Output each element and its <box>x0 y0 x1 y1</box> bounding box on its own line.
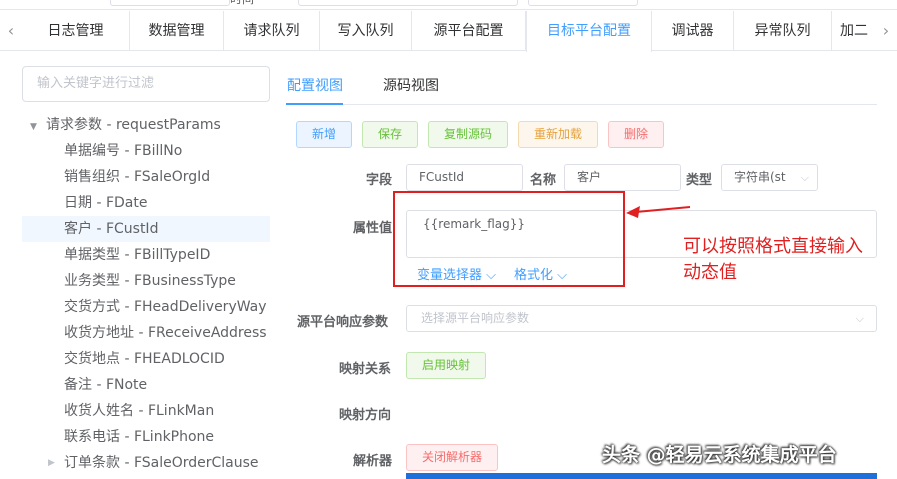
tree-filter-input[interactable]: 输入关键字进行过滤 <box>22 66 270 102</box>
tab-write-queue[interactable]: 写入队列 <box>320 11 412 51</box>
watermark: 头条 @轻易云系统集成平台 <box>602 444 837 466</box>
subtab-active-indicator <box>286 103 343 105</box>
annotation-arrow-icon <box>626 206 690 218</box>
tree-item[interactable]: 交货地点 - FHEADLOCID <box>22 346 270 372</box>
name-input[interactable]: 客户 <box>564 164 681 191</box>
tree-item[interactable]: 业务类型 - FBusinessType <box>22 268 270 294</box>
top-input[interactable] <box>110 0 230 6</box>
name-label: 名称 <box>530 173 557 188</box>
tree-item[interactable]: 收货人姓名 - FLinkMan <box>22 398 270 424</box>
top-toolbar-strip: 时间 <box>0 0 897 10</box>
tree-item-expandable[interactable]: ▶ 订单条款 - FSaleOrderClause <box>22 450 270 476</box>
tree-root-request-params[interactable]: ▼ 请求参数 - requestParams <box>22 114 221 136</box>
tree-item[interactable]: 单据类型 - FBillTypeID <box>22 242 270 268</box>
top-time-label: 时间 <box>230 0 254 6</box>
reload-button[interactable]: 重新加载 <box>518 121 598 148</box>
tab-scroll-left-icon[interactable]: ‹ <box>0 11 22 51</box>
copy-source-button[interactable]: 复制源码 <box>428 121 508 148</box>
chevron-down-icon: ⌵ <box>855 312 864 325</box>
delete-button[interactable]: 删除 <box>608 121 664 148</box>
type-select[interactable]: 字符串(st ⌵ <box>721 164 818 191</box>
tree-item[interactable]: 收货方地址 - FReceiveAddress <box>22 320 270 346</box>
caret-right-icon[interactable]: ▶ <box>48 450 55 476</box>
tree-item[interactable]: 日期 - FDate <box>22 190 270 216</box>
field-label: 字段 <box>366 173 393 188</box>
type-select-value: 字符串(st <box>734 170 786 184</box>
subtab-divider <box>286 104 877 105</box>
source-resp-select[interactable]: 选择源平台响应参数 ⌵ <box>406 305 877 332</box>
annotation-highlight-box <box>393 191 625 287</box>
source-resp-label: 源平台响应参数 <box>297 315 389 330</box>
source-resp-placeholder: 选择源平台响应参数 <box>421 311 530 325</box>
tree-item[interactable]: 销售组织 - FSaleOrgId <box>22 164 270 190</box>
tab-config-view[interactable]: 配置视图 <box>287 76 343 104</box>
tree-item[interactable]: 联系电话 - FLinkPhone <box>22 424 270 450</box>
type-label: 类型 <box>686 173 713 188</box>
mapping-direction-label: 映射方向 <box>339 408 392 423</box>
tree-root-label: 请求参数 - requestParams <box>46 117 221 133</box>
tree-item[interactable]: 备注 - FNote <box>22 372 270 398</box>
save-button[interactable]: 保存 <box>362 121 418 148</box>
parser-editor-bar <box>406 473 877 479</box>
top-input[interactable] <box>528 0 638 6</box>
tree-item-selected[interactable]: 客户 - FCustId <box>22 216 270 242</box>
caret-down-icon: ▼ <box>30 122 37 132</box>
tab-source-view[interactable]: 源码视图 <box>383 76 439 104</box>
attr-value-label: 属性值 <box>353 221 393 236</box>
tab-source-platform-config[interactable]: 源平台配置 <box>412 11 526 51</box>
mapping-label: 映射关系 <box>339 362 392 377</box>
close-parser-button[interactable]: 关闭解析器 <box>406 444 498 471</box>
tree-item-label: 订单条款 - FSaleOrderClause <box>64 455 259 471</box>
tab-debugger[interactable]: 调试器 <box>652 11 734 51</box>
tab-log-management[interactable]: 日志管理 <box>22 11 130 51</box>
tab-data-management[interactable]: 数据管理 <box>130 11 224 51</box>
main-tab-bar: ‹ 日志管理 数据管理 请求队列 写入队列 源平台配置 目标平台配置 调试器 异… <box>0 11 897 52</box>
tab-more[interactable]: 加二 <box>832 11 876 51</box>
tree-item[interactable]: 交货方式 - FHeadDeliveryWay <box>22 294 270 320</box>
annotation-text: 可以按照格式直接输入动态值 <box>683 236 863 283</box>
chevron-down-icon: ⌵ <box>800 171 809 184</box>
add-button[interactable]: 新增 <box>296 121 352 148</box>
parser-label: 解析器 <box>353 454 393 469</box>
tree-item[interactable]: 单据编号 - FBillNo <box>22 138 270 164</box>
top-input[interactable] <box>298 0 518 6</box>
tab-scroll-right-icon[interactable]: › <box>875 11 897 51</box>
field-input[interactable]: FCustId <box>406 164 523 191</box>
enable-mapping-button[interactable]: 启用映射 <box>406 352 486 379</box>
tab-exception-queue[interactable]: 异常队列 <box>734 11 832 51</box>
tab-target-platform-config[interactable]: 目标平台配置 <box>526 11 652 52</box>
tab-request-queue[interactable]: 请求队列 <box>224 11 320 51</box>
